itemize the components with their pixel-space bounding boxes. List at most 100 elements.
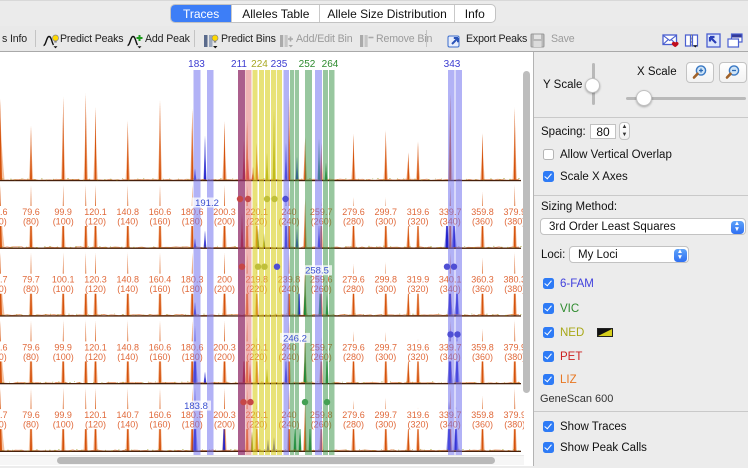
svg-text:(360): (360) [472, 420, 493, 430]
svg-text:(160): (160) [149, 420, 170, 430]
svg-text:(280): (280) [343, 217, 364, 227]
svg-text:(320): (320) [407, 420, 428, 430]
svg-text:(360): (360) [472, 217, 493, 227]
svg-text:99.9: 99.9 [54, 342, 72, 352]
svg-text:(200): (200) [214, 352, 235, 362]
svg-text:183.8: 183.8 [184, 401, 208, 412]
svg-text:120.3: 120.3 [84, 275, 107, 285]
svg-text:200.3: 200.3 [213, 342, 236, 352]
svg-text:(140): (140) [117, 284, 138, 294]
svg-text:(300): (300) [375, 352, 396, 362]
svg-text:(280): (280) [343, 284, 364, 294]
svg-text:299.7: 299.7 [375, 410, 398, 420]
svg-text:(100): (100) [53, 284, 74, 294]
svg-text:211: 211 [231, 59, 247, 70]
svg-text:79.6: 79.6 [22, 342, 40, 352]
svg-text:79.7: 79.7 [22, 275, 40, 285]
svg-text:(140): (140) [117, 352, 138, 362]
svg-text:(280): (280) [343, 352, 364, 362]
svg-text:246.2: 246.2 [283, 333, 307, 344]
svg-text:(360): (360) [472, 352, 493, 362]
svg-text:140.8: 140.8 [117, 275, 140, 285]
svg-text:(360): (360) [472, 284, 493, 294]
svg-text:299.8: 299.8 [375, 275, 398, 285]
svg-text:59.7: 59.7 [0, 410, 8, 420]
svg-text:359.8: 359.8 [471, 207, 494, 217]
svg-text:(120): (120) [85, 217, 106, 227]
svg-text:(100): (100) [53, 420, 74, 430]
svg-text:379.9: 379.9 [504, 410, 524, 420]
svg-text:183: 183 [188, 59, 205, 70]
svg-text:(100): (100) [53, 217, 74, 227]
svg-text:299.7: 299.7 [375, 207, 398, 217]
svg-text:(200): (200) [214, 284, 235, 294]
svg-text:319.6: 319.6 [407, 207, 430, 217]
svg-text:279.6: 279.6 [342, 342, 365, 352]
svg-text:59.6: 59.6 [0, 342, 8, 352]
svg-text:380.3: 380.3 [504, 275, 524, 285]
svg-text:59.7: 59.7 [0, 275, 8, 285]
svg-text:120.1: 120.1 [84, 207, 107, 217]
svg-text:59.6: 59.6 [0, 207, 8, 217]
svg-text:(380): (380) [504, 420, 524, 430]
svg-text:319.6: 319.6 [407, 410, 430, 420]
svg-text:(320): (320) [407, 217, 428, 227]
svg-text:(380): (380) [504, 352, 524, 362]
svg-text:200.3: 200.3 [213, 410, 236, 420]
svg-text:(160): (160) [149, 284, 170, 294]
svg-text:319.9: 319.9 [407, 275, 430, 285]
svg-text:140.7: 140.7 [117, 410, 140, 420]
svg-text:(80): (80) [23, 420, 39, 430]
svg-text:99.9: 99.9 [54, 207, 72, 217]
svg-text:(60): (60) [0, 420, 7, 430]
svg-text:279.6: 279.6 [342, 410, 365, 420]
svg-text:200: 200 [217, 275, 232, 285]
svg-text:100.1: 100.1 [52, 275, 75, 285]
svg-text:(200): (200) [214, 217, 235, 227]
svg-text:120.1: 120.1 [84, 410, 107, 420]
svg-text:140.8: 140.8 [117, 342, 140, 352]
svg-text:(140): (140) [117, 420, 138, 430]
svg-text:160.6: 160.6 [149, 342, 172, 352]
svg-text:191.2: 191.2 [195, 198, 219, 209]
svg-text:224: 224 [251, 59, 268, 70]
svg-text:264: 264 [322, 59, 339, 70]
svg-text:258.5: 258.5 [305, 266, 329, 277]
svg-text:(60): (60) [0, 284, 7, 294]
svg-text:79.6: 79.6 [22, 207, 40, 217]
svg-text:160.4: 160.4 [149, 275, 172, 285]
svg-text:(160): (160) [149, 217, 170, 227]
svg-text:379.9: 379.9 [504, 207, 524, 217]
svg-text:(140): (140) [117, 217, 138, 227]
svg-text:(380): (380) [504, 284, 524, 294]
svg-text:(380): (380) [504, 217, 524, 227]
svg-text:(120): (120) [85, 284, 106, 294]
svg-text:(100): (100) [53, 352, 74, 362]
svg-text:(60): (60) [0, 217, 7, 227]
svg-text:343: 343 [444, 59, 461, 70]
svg-text:(80): (80) [23, 284, 39, 294]
svg-text:279.6: 279.6 [342, 207, 365, 217]
svg-text:(80): (80) [23, 352, 39, 362]
svg-text:120.1: 120.1 [84, 342, 107, 352]
svg-text:160.6: 160.6 [149, 207, 172, 217]
svg-text:(160): (160) [149, 352, 170, 362]
svg-text:279.6: 279.6 [342, 275, 365, 285]
svg-text:99.9: 99.9 [54, 410, 72, 420]
svg-text:(320): (320) [407, 352, 428, 362]
svg-text:140.8: 140.8 [117, 207, 140, 217]
svg-text:235: 235 [271, 59, 288, 70]
svg-text:(300): (300) [375, 284, 396, 294]
svg-text:(60): (60) [0, 352, 7, 362]
svg-text:359.8: 359.8 [471, 410, 494, 420]
svg-text:(200): (200) [214, 420, 235, 430]
svg-text:(120): (120) [85, 420, 106, 430]
svg-text:252: 252 [299, 59, 316, 70]
svg-text:(80): (80) [23, 217, 39, 227]
svg-text:(300): (300) [375, 217, 396, 227]
svg-text:(120): (120) [85, 352, 106, 362]
svg-text:360.3: 360.3 [471, 275, 494, 285]
svg-text:160.6: 160.6 [149, 410, 172, 420]
svg-text:(300): (300) [375, 420, 396, 430]
svg-text:379.9: 379.9 [504, 342, 524, 352]
